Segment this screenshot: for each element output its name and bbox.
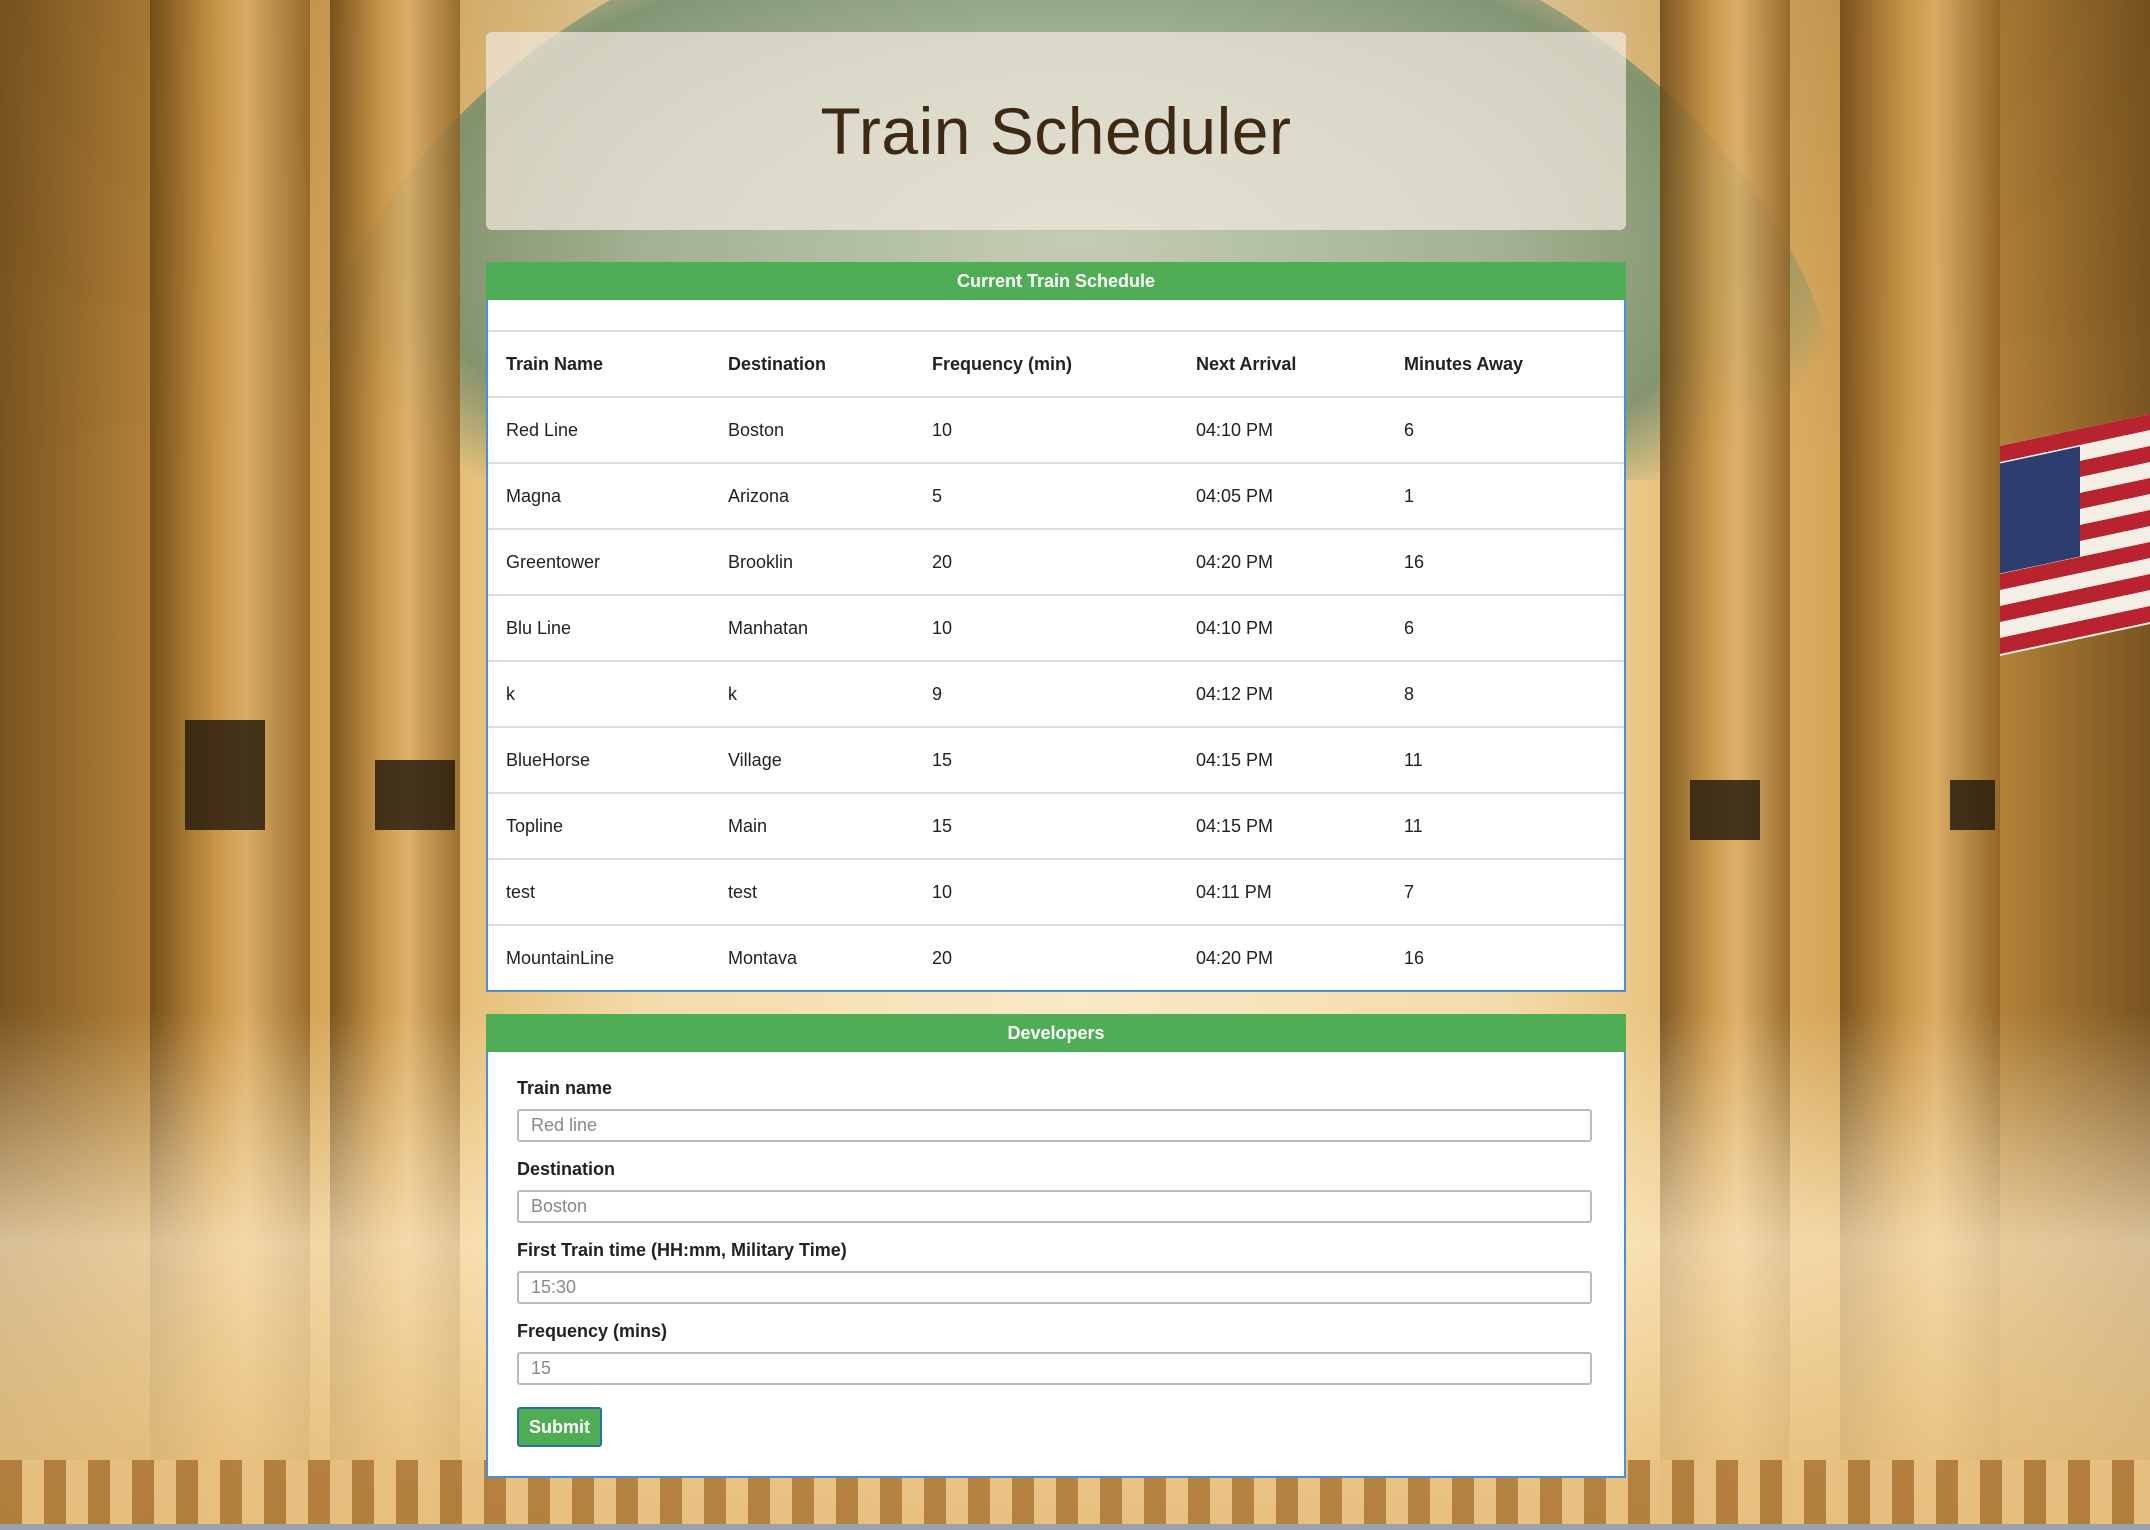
column-header-destination: Destination xyxy=(710,330,914,398)
cell-minutes-away: 6 xyxy=(1386,594,1624,661)
train-name-label: Train name xyxy=(517,1078,613,1098)
cell-minutes-away: 16 xyxy=(1386,528,1624,595)
cell-train-name: Topline xyxy=(488,792,710,859)
column-header-next-arrival: Next Arrival xyxy=(1178,330,1386,398)
add-train-form: Train name Destination First Train time … xyxy=(488,1052,1624,1447)
cell-minutes-away: 1 xyxy=(1386,462,1624,529)
add-train-panel: Developers Train name Destination First … xyxy=(486,1014,1626,1478)
cell-frequency: 20 xyxy=(914,924,1178,991)
cell-frequency: 5 xyxy=(914,462,1178,529)
train-name-input[interactable] xyxy=(517,1109,1592,1142)
cell-train-name: MountainLine xyxy=(488,924,710,991)
cell-frequency: 10 xyxy=(914,396,1178,463)
cell-frequency: 15 xyxy=(914,792,1178,859)
cell-next-arrival: 04:12 PM xyxy=(1178,660,1386,727)
cell-destination: test xyxy=(710,858,914,925)
column-header-minutes-away: Minutes Away xyxy=(1386,330,1624,398)
cell-next-arrival: 04:20 PM xyxy=(1178,924,1386,991)
cell-minutes-away: 8 xyxy=(1386,660,1624,727)
cell-destination: Boston xyxy=(710,396,914,463)
cell-minutes-away: 11 xyxy=(1386,726,1624,793)
destination-input[interactable] xyxy=(517,1190,1592,1223)
schedule-panel: Current Train Schedule Train Name Destin… xyxy=(486,262,1626,992)
schedule-panel-heading: Current Train Schedule xyxy=(486,262,1626,300)
table-row: test test 10 04:11 PM 7 xyxy=(488,858,1624,925)
table-row: Topline Main 15 04:15 PM 11 xyxy=(488,792,1624,859)
cell-destination: Main xyxy=(710,792,914,859)
table-row: BlueHorse Village 15 04:15 PM 11 xyxy=(488,726,1624,793)
first-train-time-label: First Train time (HH:mm, Military Time) xyxy=(517,1240,847,1260)
column-header-frequency: Frequency (min) xyxy=(914,330,1178,398)
cell-next-arrival: 04:05 PM xyxy=(1178,462,1386,529)
cell-minutes-away: 7 xyxy=(1386,858,1624,925)
cell-frequency: 15 xyxy=(914,726,1178,793)
page-title: Train Scheduler xyxy=(820,94,1292,168)
cell-train-name: Magna xyxy=(488,462,710,529)
first-train-time-input[interactable] xyxy=(517,1271,1592,1304)
table-row: k k 9 04:12 PM 8 xyxy=(488,660,1624,727)
cell-train-name: BlueHorse xyxy=(488,726,710,793)
cell-train-name: Blu Line xyxy=(488,594,710,661)
submit-button[interactable]: Submit xyxy=(517,1407,602,1447)
table-row: Blu Line Manhatan 10 04:10 PM 6 xyxy=(488,594,1624,661)
cell-destination: Village xyxy=(710,726,914,793)
cell-next-arrival: 04:15 PM xyxy=(1178,792,1386,859)
cell-destination: Manhatan xyxy=(710,594,914,661)
cell-frequency: 20 xyxy=(914,528,1178,595)
cell-train-name: Greentower xyxy=(488,528,710,595)
table-header-row: Train Name Destination Frequency (min) N… xyxy=(488,330,1624,398)
cell-destination: k xyxy=(710,660,914,727)
cell-destination: Arizona xyxy=(710,462,914,529)
cell-minutes-away: 6 xyxy=(1386,396,1624,463)
table-row: Magna Arizona 5 04:05 PM 1 xyxy=(488,462,1624,529)
cell-minutes-away: 16 xyxy=(1386,924,1624,991)
cell-next-arrival: 04:20 PM xyxy=(1178,528,1386,595)
cell-minutes-away: 11 xyxy=(1386,792,1624,859)
frequency-input[interactable] xyxy=(517,1352,1592,1385)
flag-decoration xyxy=(2000,414,2150,656)
table-row: Red Line Boston 10 04:10 PM 6 xyxy=(488,396,1624,463)
column-header-train-name: Train Name xyxy=(488,330,710,398)
add-train-panel-heading: Developers xyxy=(486,1014,1626,1052)
cell-frequency: 10 xyxy=(914,858,1178,925)
cell-train-name: k xyxy=(488,660,710,727)
cell-next-arrival: 04:15 PM xyxy=(1178,726,1386,793)
cell-frequency: 9 xyxy=(914,660,1178,727)
cell-next-arrival: 04:10 PM xyxy=(1178,594,1386,661)
cell-next-arrival: 04:10 PM xyxy=(1178,396,1386,463)
cell-train-name: test xyxy=(488,858,710,925)
schedule-table: Train Name Destination Frequency (min) N… xyxy=(488,330,1624,991)
cell-destination: Montava xyxy=(710,924,914,991)
destination-label: Destination xyxy=(517,1159,616,1179)
cell-destination: Brooklin xyxy=(710,528,914,595)
table-row: MountainLine Montava 20 04:20 PM 16 xyxy=(488,924,1624,991)
title-banner: Train Scheduler xyxy=(486,32,1626,230)
frequency-label: Frequency (mins) xyxy=(517,1321,668,1341)
cell-frequency: 10 xyxy=(914,594,1178,661)
cell-next-arrival: 04:11 PM xyxy=(1178,858,1386,925)
table-row: Greentower Brooklin 20 04:20 PM 16 xyxy=(488,528,1624,595)
cell-train-name: Red Line xyxy=(488,396,710,463)
